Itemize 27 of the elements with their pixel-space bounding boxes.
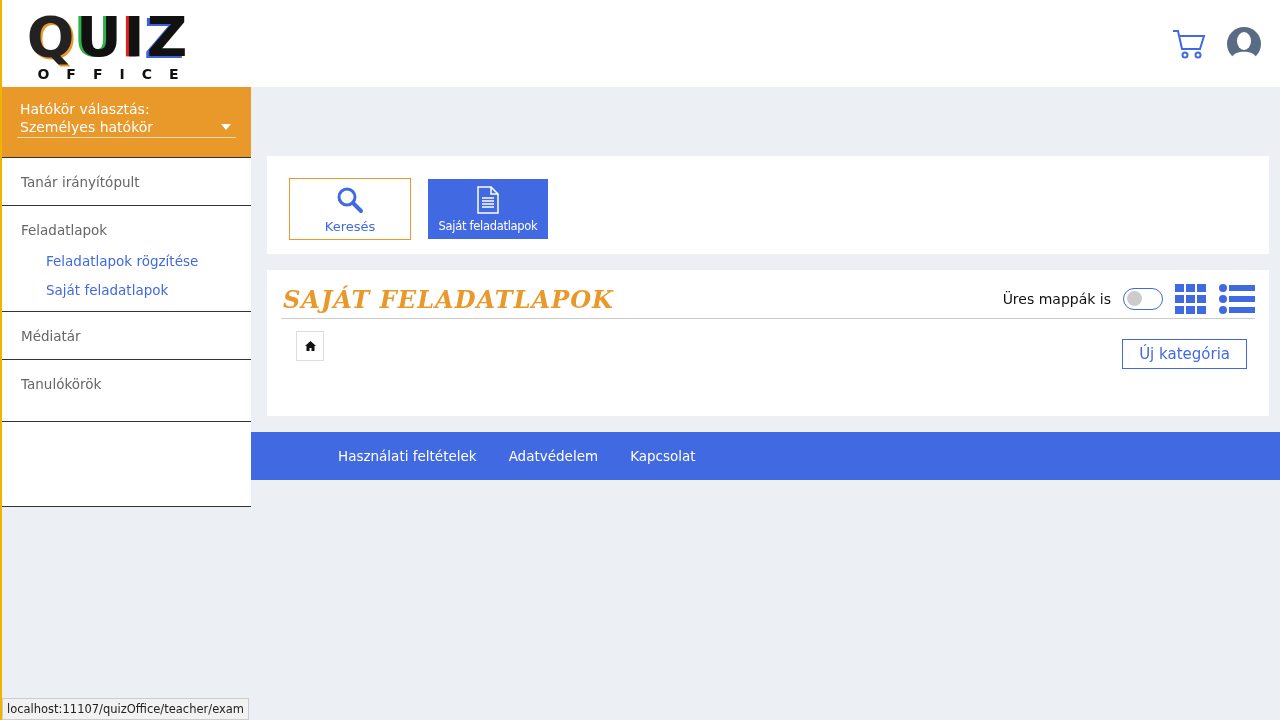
footer-link[interactable]: Használati feltételek <box>338 448 477 464</box>
nav-item[interactable]: Tanár irányítópult <box>21 174 232 190</box>
toggle-switch[interactable] <box>1123 288 1163 310</box>
list-view-icon[interactable] <box>1219 284 1255 314</box>
nav-item[interactable]: Tanulókörök <box>21 376 232 392</box>
section-title: SAJÁT FELADATLAPOK <box>283 285 614 314</box>
search-icon <box>336 186 364 214</box>
footer-link[interactable]: Kapcsolat <box>630 448 696 464</box>
tile-button[interactable]: Keresés <box>289 178 411 240</box>
new-category-button[interactable]: Új kategória <box>1122 339 1247 369</box>
caret-icon <box>221 124 231 130</box>
nav-item[interactable]: Feladatlapok <box>21 222 232 238</box>
home-button[interactable] <box>296 331 324 361</box>
document-icon <box>477 186 499 214</box>
footer-link[interactable]: Adatvédelem <box>508 448 599 464</box>
grid-view-icon[interactable] <box>1175 284 1207 314</box>
scope-label: Hatókör választás: <box>20 101 151 117</box>
nav-item[interactable]: Médiatár <box>21 328 232 344</box>
avatar-icon[interactable] <box>1226 25 1262 62</box>
tile-button[interactable]: Saját feladatlapok <box>428 179 548 239</box>
nav-subitem[interactable]: Feladatlapok rögzítése <box>46 253 232 269</box>
logo[interactable]: QUIZ OFFICE <box>22 6 194 81</box>
toggle-label: Üres mappák is <box>1002 291 1111 307</box>
cart-icon[interactable] <box>1172 28 1206 59</box>
status-bar: localhost:11107/quizOffice/teacher/exam <box>2 698 250 720</box>
home-icon <box>304 341 316 351</box>
nav-subitem[interactable]: Saját feladatlapok <box>46 282 232 298</box>
